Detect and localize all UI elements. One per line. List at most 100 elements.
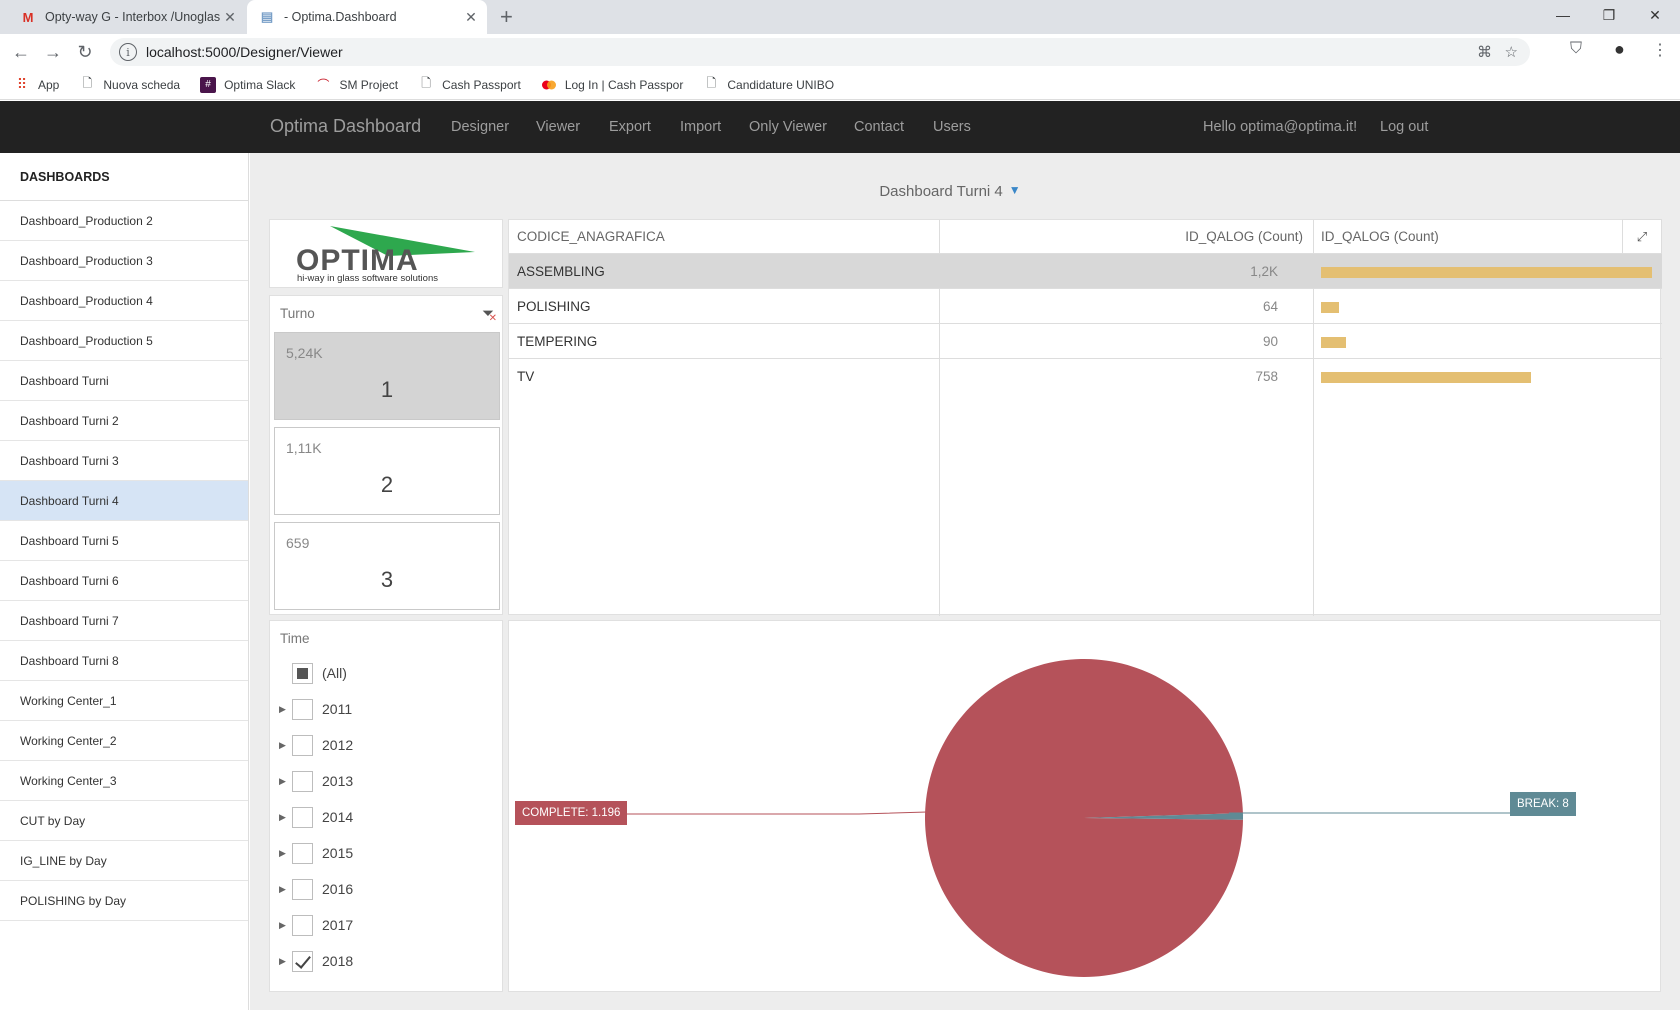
- tree-label: 2016: [322, 881, 354, 897]
- time-year-row[interactable]: ▶ 2013: [270, 763, 504, 799]
- bookmark-sm-project[interactable]: ⌒ SM Project: [315, 77, 398, 93]
- pie-label-break[interactable]: BREAK: 8: [1510, 792, 1576, 816]
- sidebar-item[interactable]: Dashboard Turni 4: [0, 481, 248, 521]
- nav-export[interactable]: Export: [609, 119, 651, 135]
- clear-filter-icon[interactable]: ⏷ ✕: [482, 305, 497, 324]
- bookmark-label: App: [38, 77, 60, 92]
- sidebar-item[interactable]: Dashboard Turni 6: [0, 561, 248, 601]
- fullscreen-icon[interactable]: ⤢: [1622, 219, 1662, 255]
- forward-icon[interactable]: →: [42, 41, 64, 63]
- pie-label-complete[interactable]: COMPLETE: 1.196: [515, 801, 628, 825]
- apps-grid-icon: ⠿: [16, 76, 28, 92]
- table-row[interactable]: ASSEMBLING 1,2K: [509, 253, 1662, 288]
- minimize-icon[interactable]: —: [1540, 0, 1586, 30]
- table-row[interactable]: POLISHING 64: [509, 288, 1662, 323]
- time-all-row[interactable]: (All): [270, 655, 504, 691]
- sidebar-item[interactable]: Working Center_3: [0, 761, 248, 801]
- expand-arrow-icon[interactable]: ▶: [279, 776, 286, 787]
- nav-viewer[interactable]: Viewer: [536, 119, 580, 135]
- menu-kebab-icon[interactable]: ⋮: [1652, 40, 1668, 60]
- time-year-row[interactable]: ▶ 2016: [270, 871, 504, 907]
- nav-user-greeting[interactable]: Hello optima@optima.it!: [1203, 119, 1357, 135]
- close-tab-icon[interactable]: ✕: [220, 9, 240, 26]
- sidebar-item[interactable]: Working Center_1: [0, 681, 248, 721]
- time-year-row[interactable]: ▶ 2011: [270, 691, 504, 727]
- nav-only-viewer[interactable]: Only Viewer: [749, 119, 827, 135]
- year-checkbox[interactable]: [292, 878, 313, 900]
- year-checkbox[interactable]: [292, 950, 313, 972]
- year-checkbox[interactable]: [292, 734, 313, 756]
- sidebar-item[interactable]: Dashboard_Production 5: [0, 321, 248, 361]
- expand-arrow-icon[interactable]: ▶: [279, 848, 286, 859]
- close-tab-icon[interactable]: ✕: [461, 9, 481, 26]
- bookmark-cash-passport-login[interactable]: Log In | Cash Passpor: [541, 77, 683, 93]
- turno-tile-2[interactable]: 1,11K 2: [274, 427, 500, 515]
- time-year-row[interactable]: ▶ 2017: [270, 907, 504, 943]
- grid-header-count-bar[interactable]: ID_QALOG (Count): [1321, 220, 1439, 253]
- checkbox-all[interactable]: [292, 662, 313, 684]
- back-icon[interactable]: ←: [10, 41, 32, 63]
- time-year-row[interactable]: ▶ 2018: [270, 943, 504, 979]
- translate-icon[interactable]: ⌘: [1477, 43, 1492, 61]
- sidebar-item[interactable]: Dashboard Turni 7: [0, 601, 248, 641]
- reload-icon[interactable]: ↻: [74, 41, 96, 63]
- table-row[interactable]: TEMPERING 90: [509, 323, 1662, 358]
- browser-tab-gmail[interactable]: M Opty-way G - Interbox /Unoglass ✕: [10, 0, 246, 34]
- sidebar-item[interactable]: Dashboard_Production 3: [0, 241, 248, 281]
- time-year-row[interactable]: ▶ 2015: [270, 835, 504, 871]
- app-brand[interactable]: Optima Dashboard: [270, 116, 421, 137]
- sidebar-item[interactable]: POLISHING by Day: [0, 881, 248, 921]
- bookmark-nuova-scheda[interactable]: 🗋 Nuova scheda: [79, 76, 181, 93]
- expand-arrow-icon[interactable]: ▶: [279, 740, 286, 751]
- expand-arrow-icon[interactable]: ▶: [279, 812, 286, 823]
- sidebar-item[interactable]: Dashboard_Production 2: [0, 201, 248, 241]
- time-year-row[interactable]: ▶ 2012: [270, 727, 504, 763]
- expand-arrow-icon[interactable]: ▶: [279, 704, 286, 715]
- sidebar-item[interactable]: Dashboard Turni 8: [0, 641, 248, 681]
- bookmark-cash-passport[interactable]: 🗋 Cash Passport: [418, 76, 521, 93]
- time-year-row[interactable]: ▶ 2014: [270, 799, 504, 835]
- sidebar-item[interactable]: Working Center_2: [0, 721, 248, 761]
- page-icon: 🗋: [421, 76, 431, 90]
- nav-designer[interactable]: Designer: [451, 119, 509, 135]
- sidebar-item[interactable]: Dashboard_Production 4: [0, 281, 248, 321]
- bookmark-app[interactable]: ⠿ App: [14, 76, 60, 93]
- nav-import[interactable]: Import: [680, 119, 721, 135]
- year-checkbox[interactable]: [292, 914, 313, 936]
- nav-logout[interactable]: Log out: [1380, 119, 1428, 135]
- sidebar-item[interactable]: Dashboard Turni 5: [0, 521, 248, 561]
- year-checkbox[interactable]: [292, 842, 313, 864]
- extension-shield-icon[interactable]: ⛉: [1570, 40, 1582, 58]
- dashboards-sidebar: DASHBOARDS Dashboard_Production 2 Dashboa…: [0, 153, 249, 1010]
- year-checkbox[interactable]: [292, 698, 313, 720]
- year-checkbox[interactable]: [292, 806, 313, 828]
- sidebar-item[interactable]: Dashboard Turni: [0, 361, 248, 401]
- restore-icon[interactable]: ❐: [1586, 0, 1632, 30]
- bookmark-optima-slack[interactable]: # Optima Slack: [200, 76, 295, 93]
- turno-tile-3[interactable]: 659 3: [274, 522, 500, 610]
- site-info-icon[interactable]: i: [119, 43, 137, 61]
- bookmark-candidature-unibo[interactable]: 🗋 Candidature UNIBO: [703, 76, 835, 93]
- address-bar[interactable]: i localhost:5000/Designer/Viewer ⌘ ☆: [110, 38, 1530, 66]
- table-row[interactable]: TV 758: [509, 358, 1662, 393]
- expand-arrow-icon[interactable]: ▶: [279, 956, 286, 967]
- cell-count: 90: [1262, 334, 1278, 349]
- bookmark-star-icon[interactable]: ☆: [1505, 43, 1518, 61]
- sidebar-item[interactable]: IG_LINE by Day: [0, 841, 248, 881]
- expand-arrow-icon[interactable]: ▶: [279, 884, 286, 895]
- nav-contact[interactable]: Contact: [854, 119, 904, 135]
- filter-icon[interactable]: ▼: [1009, 183, 1021, 197]
- new-tab-icon[interactable]: +: [500, 4, 513, 30]
- grid-header-codice[interactable]: CODICE_ANAGRAFICA: [517, 220, 665, 253]
- year-checkbox[interactable]: [292, 770, 313, 792]
- turno-tile-1[interactable]: 5,24K 1: [274, 332, 500, 420]
- browser-tab-dashboard[interactable]: ▤ - Optima.Dashboard ✕: [247, 0, 487, 34]
- profile-icon[interactable]: ●: [1614, 39, 1625, 60]
- close-window-icon[interactable]: ✕: [1632, 0, 1678, 30]
- sidebar-item[interactable]: Dashboard Turni 2: [0, 401, 248, 441]
- expand-arrow-icon[interactable]: ▶: [279, 920, 286, 931]
- nav-users[interactable]: Users: [933, 119, 971, 135]
- grid-header-count[interactable]: ID_QALOG (Count): [939, 220, 1309, 253]
- sidebar-item[interactable]: Dashboard Turni 3: [0, 441, 248, 481]
- sidebar-item[interactable]: CUT by Day: [0, 801, 248, 841]
